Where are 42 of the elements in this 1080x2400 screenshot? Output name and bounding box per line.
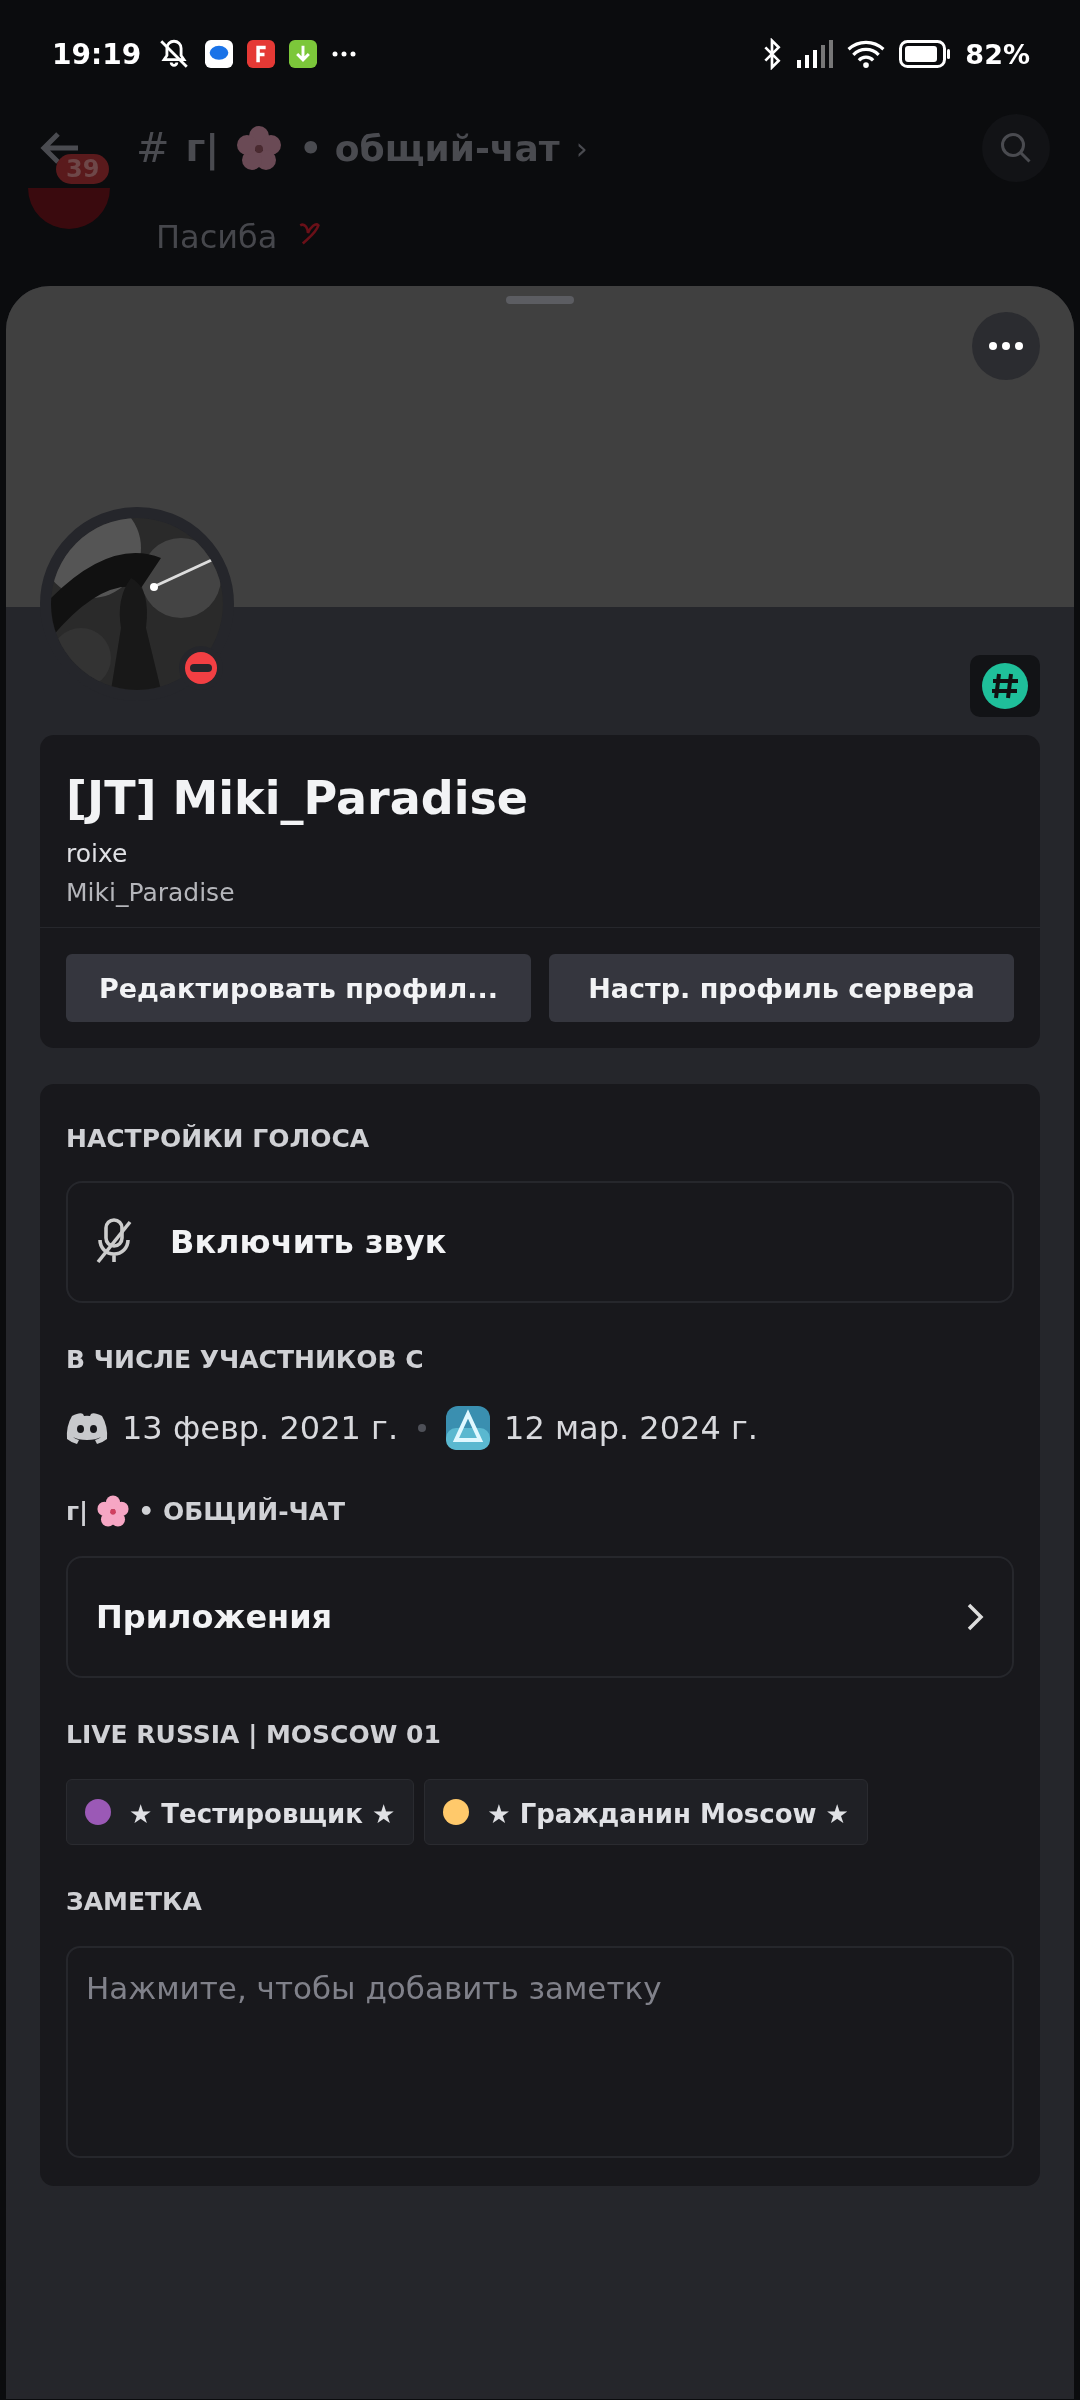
discord-join-date: 13 февр. 2021 г. <box>122 1409 399 1447</box>
section-heading: • ОБЩИЙ-ЧАТ <box>138 1496 346 1526</box>
apps-row[interactable]: Приложения <box>66 1556 1014 1678</box>
download-icon <box>289 40 318 68</box>
role-name: ★ Тестировщик ★ <box>129 1799 396 1829</box>
chevron-icon: › <box>575 130 588 166</box>
section-heading: ЗАМЕТКА <box>66 1887 203 1916</box>
more-icon <box>988 341 1024 351</box>
flower-icon <box>235 124 284 172</box>
message-text: Пасиба <box>156 218 278 256</box>
f-app-icon <box>247 40 276 68</box>
discord-logo-icon <box>66 1412 108 1444</box>
drag-handle[interactable] <box>506 296 574 304</box>
avatar-icon <box>28 188 110 232</box>
wifi-icon <box>847 39 886 69</box>
status-time: 19:19 <box>52 37 142 71</box>
unmute-button[interactable]: Включить звук <box>66 1181 1014 1303</box>
profile-button[interactable]: Настр. профиль сервера <box>549 954 1014 1022</box>
chevron-right-icon <box>966 1602 984 1632</box>
separator-dot <box>418 1424 427 1432</box>
signal-icon <box>797 40 834 68</box>
server-icon <box>446 1406 491 1450</box>
role-name: ★ Гражданин Moscow ★ <box>487 1799 849 1829</box>
channel-prefix: г| <box>66 1496 89 1526</box>
flower-icon <box>96 1494 131 1528</box>
section-heading: В ЧИСЛЕ УЧАСТНИКОВ С <box>66 1345 425 1374</box>
muted-microphone-icon <box>94 1218 134 1266</box>
battery-icon <box>899 40 952 68</box>
channel-hash: # <box>136 125 170 171</box>
note-field[interactable]: Нажмите, чтобы добавить заметку <box>66 1946 1014 2158</box>
channel-prefix: г| <box>185 126 220 170</box>
section-heading: НАСТРОЙКИ ГОЛОСА <box>66 1124 371 1153</box>
display-name: [JT] Miki_Paradise <box>66 771 529 825</box>
message-app-icon <box>205 40 234 68</box>
section-heading: LIVE RUSSIA | MOSCOW 01 <box>66 1720 442 1749</box>
server-nickname: Miki_Paradise <box>66 878 236 907</box>
username: roixe <box>66 839 129 868</box>
server-join-date: 12 мар. 2024 г. <box>504 1409 758 1447</box>
hashtag-icon <box>982 663 1028 709</box>
battery-percent: 82% <box>965 38 1030 70</box>
profile-button[interactable]: Редактировать профил... <box>66 954 531 1022</box>
more-icon <box>331 50 358 58</box>
